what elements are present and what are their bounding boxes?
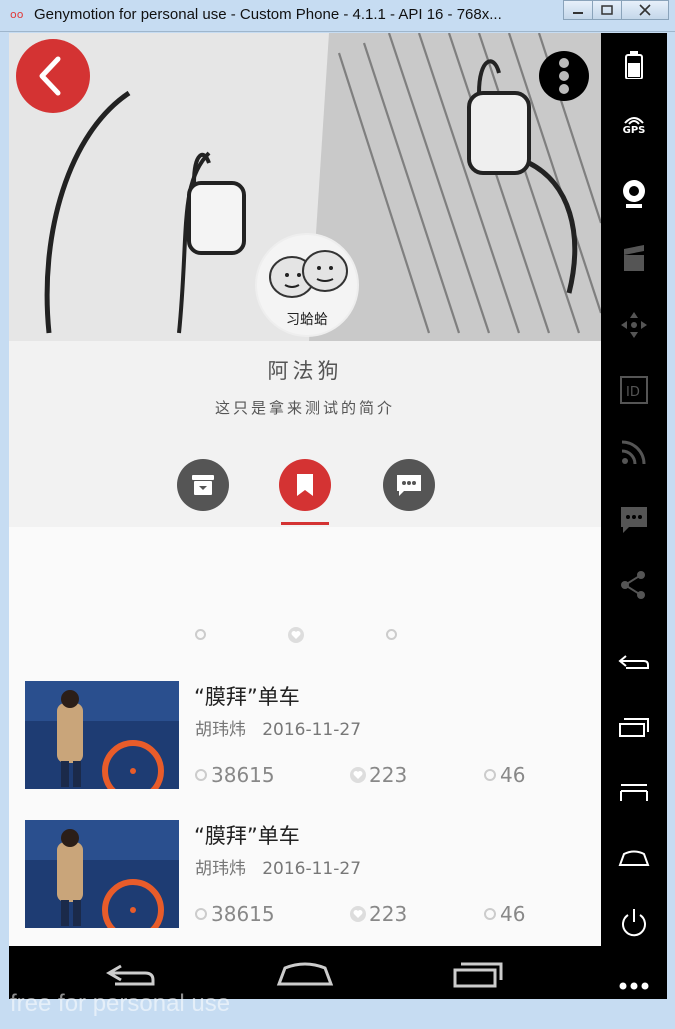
likes-count: 223 bbox=[369, 902, 408, 926]
minimize-icon[interactable] bbox=[563, 0, 593, 20]
watermark: free for personal use bbox=[10, 990, 231, 1017]
emulator-sidebar: GPS ID bbox=[601, 33, 667, 999]
item-meta: 胡玮炜 2016-11-27 bbox=[195, 715, 361, 740]
more-horiz-icon[interactable] bbox=[601, 981, 667, 991]
more-vert-icon bbox=[559, 58, 569, 94]
views-count: 38615 bbox=[211, 902, 275, 926]
views-stat: 38615 bbox=[195, 763, 275, 787]
archive-icon bbox=[192, 475, 214, 495]
recent-apps-icon[interactable] bbox=[601, 716, 667, 738]
video-icon[interactable] bbox=[601, 245, 667, 273]
recent-apps-icon[interactable] bbox=[451, 958, 505, 988]
heart-icon bbox=[350, 906, 366, 922]
maximize-icon[interactable] bbox=[592, 0, 622, 20]
item-date: 2016-11-27 bbox=[262, 859, 362, 879]
comments-stat: 46 bbox=[484, 763, 525, 787]
likes-count: 223 bbox=[369, 763, 408, 787]
active-tab-indicator bbox=[281, 522, 329, 525]
bookmark-icon bbox=[297, 474, 313, 496]
tab-chat[interactable] bbox=[383, 459, 435, 511]
heart-icon bbox=[288, 627, 304, 643]
chat-icon bbox=[397, 475, 421, 496]
item-title: “膜拜”单车 bbox=[194, 685, 300, 709]
home-icon[interactable] bbox=[601, 848, 667, 868]
close-icon[interactable] bbox=[621, 0, 669, 20]
views-stat: 38615 bbox=[195, 902, 275, 926]
comments-stat: 46 bbox=[484, 902, 525, 926]
item-meta: 胡玮炜 2016-11-27 bbox=[195, 854, 361, 879]
item-thumbnail bbox=[25, 681, 179, 789]
views-count: 38615 bbox=[211, 763, 275, 787]
window-controls bbox=[563, 0, 669, 20]
views-icon bbox=[195, 908, 207, 920]
home-icon[interactable] bbox=[275, 958, 335, 988]
rss-icon[interactable] bbox=[601, 438, 667, 466]
comments-count: 46 bbox=[500, 763, 526, 787]
comments-icon bbox=[484, 769, 496, 781]
id-icon[interactable]: ID bbox=[601, 375, 667, 405]
likes-stat: 223 bbox=[349, 902, 407, 926]
tab-bookmark[interactable] bbox=[279, 459, 331, 511]
power-icon[interactable] bbox=[601, 907, 667, 939]
gps-icon[interactable]: GPS bbox=[601, 113, 667, 136]
item-date: 2016-11-27 bbox=[262, 720, 362, 740]
gps-label: GPS bbox=[622, 125, 646, 136]
comments-icon bbox=[386, 629, 397, 640]
profile-header-image: 习蛤蛤 bbox=[9, 33, 601, 341]
id-label: ID bbox=[626, 385, 640, 400]
views-icon bbox=[195, 629, 206, 640]
window-titlebar: oo Genymotion for personal use - Custom … bbox=[0, 0, 675, 32]
back-button[interactable] bbox=[16, 39, 90, 113]
dpad-icon[interactable] bbox=[601, 310, 667, 340]
tab-archive[interactable] bbox=[177, 459, 229, 511]
profile-bio: 这只是拿来测试的简介 bbox=[214, 399, 395, 417]
views-icon bbox=[195, 769, 207, 781]
genymotion-logo-icon: oo bbox=[10, 8, 24, 21]
menu-icon[interactable] bbox=[601, 781, 667, 803]
battery-icon[interactable] bbox=[601, 51, 667, 79]
item-title: “膜拜”单车 bbox=[194, 824, 300, 848]
share-icon[interactable] bbox=[601, 569, 667, 601]
back-icon[interactable] bbox=[601, 653, 667, 673]
more-options-button[interactable] bbox=[539, 51, 589, 101]
profile-name: 阿法狗 bbox=[267, 359, 343, 383]
list-item[interactable]: “膜拜”单车 胡玮炜 2016-11-27 38615 223 46 bbox=[9, 681, 601, 799]
avatar[interactable]: 习蛤蛤 bbox=[255, 233, 359, 337]
window-title: Genymotion for personal use - Custom Pho… bbox=[34, 6, 502, 23]
likes-stat: 223 bbox=[349, 763, 407, 787]
avatar-caption: 习蛤蛤 bbox=[286, 312, 328, 328]
item-author: 胡玮炜 bbox=[195, 720, 246, 740]
back-icon[interactable] bbox=[105, 958, 157, 988]
comments-count: 46 bbox=[500, 902, 526, 926]
item-author: 胡玮炜 bbox=[195, 859, 246, 879]
list-item[interactable]: “膜拜”单车 胡玮炜 2016-11-27 38615 223 46 bbox=[9, 820, 601, 938]
item-thumbnail bbox=[25, 820, 179, 928]
heart-icon bbox=[350, 767, 366, 783]
webcam-icon[interactable] bbox=[601, 178, 667, 210]
sms-icon[interactable] bbox=[601, 505, 667, 535]
phone-screen: 习蛤蛤 阿法狗 这只是拿来测试的简介 “膜拜”单车 胡玮炜 2016-11-27… bbox=[9, 33, 601, 946]
comments-icon bbox=[484, 908, 496, 920]
chevron-left-icon bbox=[39, 56, 61, 96]
profile-info: 阿法狗 这只是拿来测试的简介 bbox=[9, 341, 601, 527]
